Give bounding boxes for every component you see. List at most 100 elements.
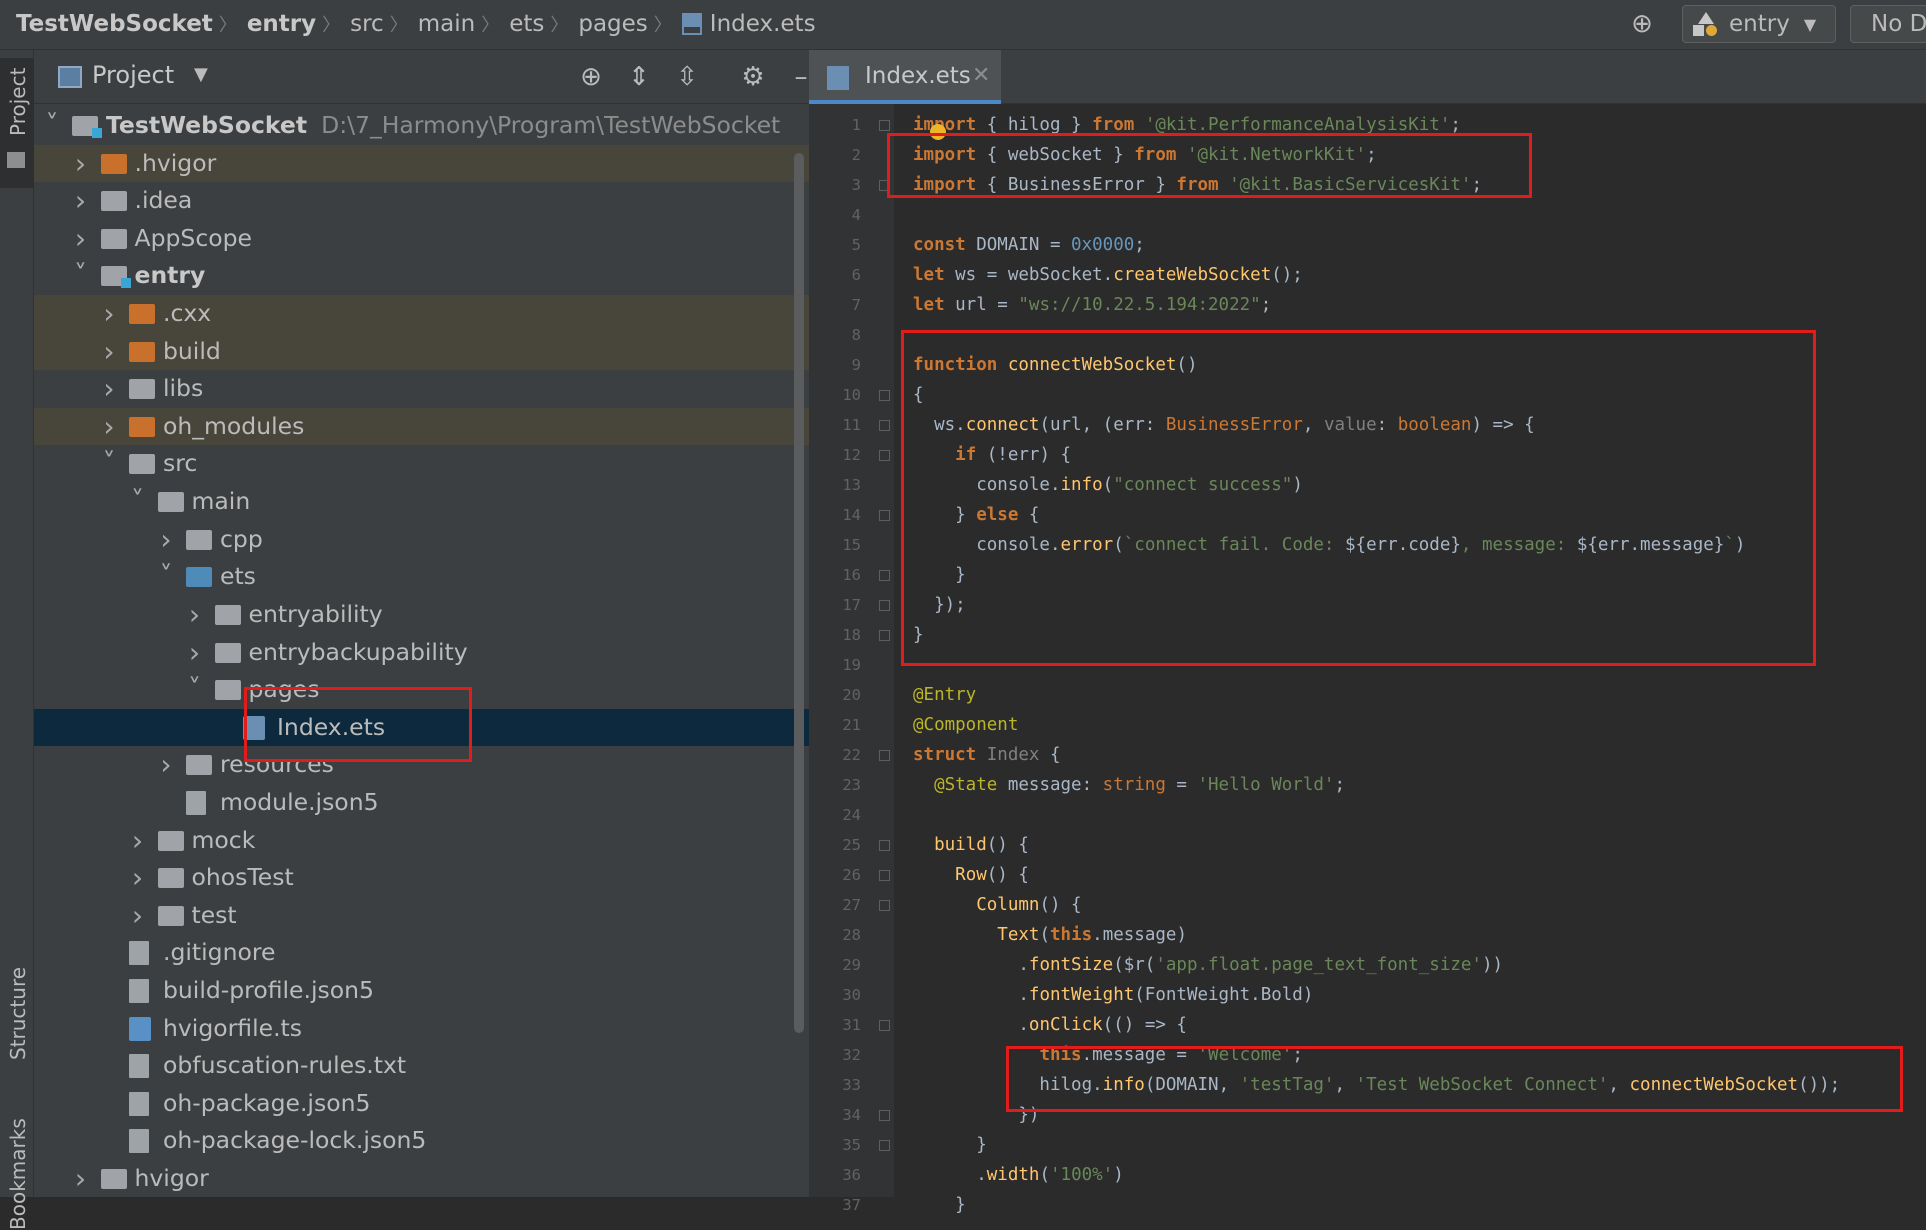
tree-item[interactable]: › oh_modules — [34, 407, 809, 446]
tree-item[interactable]: › test — [34, 897, 809, 935]
code-area[interactable]: import { hilog } from '@kit.PerformanceA… — [913, 104, 1926, 1215]
code-token: url = — [944, 295, 1019, 315]
tree-item[interactable]: oh-package-lock.json5 — [34, 1122, 809, 1160]
fold-marker-icon[interactable] — [879, 1110, 890, 1121]
fold-marker-icon[interactable] — [879, 510, 890, 521]
fold-marker-icon[interactable] — [879, 570, 890, 581]
chevron-down-icon[interactable]: ˅ — [128, 483, 148, 520]
tree-item[interactable]: › cpp — [34, 521, 809, 559]
breadcrumb-item[interactable]: ets — [509, 11, 544, 37]
tree-item[interactable]: hvigorfile.ts — [34, 1010, 809, 1048]
close-icon[interactable]: ✕ — [972, 63, 990, 88]
chevron-down-icon[interactable]: ˅ — [71, 257, 91, 294]
module-folder-icon — [72, 116, 102, 138]
tree-item[interactable]: Index.ets — [34, 708, 809, 747]
breadcrumb-item[interactable]: TestWebSocket — [16, 11, 213, 37]
tree-item[interactable]: › libs — [34, 370, 809, 408]
fold-marker-icon[interactable] — [879, 180, 890, 191]
breadcrumb-item[interactable]: pages — [578, 11, 647, 37]
fold-marker-icon[interactable] — [879, 120, 890, 131]
chevron-right-icon[interactable]: › — [71, 182, 91, 219]
lightbulb-icon[interactable] — [930, 124, 946, 140]
line-number-gutter: 1 2 3 4 5 6 7 8 9 10 11 12 13 14 15 16 17 18 19 20 21 22 23 24 2… — [809, 104, 894, 1214]
chevron-right-icon[interactable]: › — [71, 145, 91, 182]
tree-item[interactable]: oh-package.json5 — [34, 1085, 809, 1123]
tree-item[interactable]: ˅ main — [34, 483, 809, 521]
tree-item[interactable]: › entrybackupability — [34, 634, 809, 672]
tree-item[interactable]: › resources — [34, 746, 809, 784]
chevron-right-icon[interactable]: › — [99, 333, 119, 370]
fold-marker-icon[interactable] — [879, 870, 890, 881]
fold-marker-icon[interactable] — [879, 420, 890, 431]
fold-marker-icon[interactable] — [879, 1140, 890, 1151]
chevron-right-icon[interactable]: › — [156, 746, 176, 783]
tree-item[interactable]: › mock — [34, 822, 809, 860]
code-token: string — [1102, 775, 1166, 795]
chevron-down-icon[interactable]: ˅ — [185, 671, 205, 708]
locate-target-icon[interactable]: ⊕ — [1628, 10, 1656, 38]
fold-marker-icon[interactable] — [879, 750, 890, 761]
chevron-down-icon[interactable]: ˅ — [99, 445, 119, 482]
breadcrumb-item[interactable]: main — [418, 11, 475, 37]
chevron-right-icon[interactable]: › — [185, 634, 205, 671]
chevron-down-icon[interactable]: ▼ — [194, 64, 208, 85]
tree-item[interactable]: ˅ src — [34, 445, 809, 483]
tree-item-label: libs — [163, 374, 204, 403]
fold-marker-icon[interactable] — [879, 630, 890, 641]
code-token: from — [1176, 175, 1219, 195]
tree-item[interactable]: › hvigor — [34, 1160, 809, 1198]
chevron-right-icon[interactable]: › — [156, 521, 176, 558]
chevron-right-icon[interactable]: › — [128, 822, 148, 859]
expand-all-icon[interactable]: ⇕ — [622, 60, 656, 94]
tree-item[interactable]: › ohosTest — [34, 859, 809, 897]
tree-item[interactable]: › .cxx — [34, 295, 809, 333]
line-number: 37 — [842, 1196, 861, 1214]
code-token: : — [1376, 415, 1398, 435]
tree-item[interactable]: module.json5 — [34, 784, 809, 822]
run-configuration-selector[interactable]: entry ▼ — [1682, 5, 1836, 43]
fold-marker-icon[interactable] — [879, 450, 890, 461]
chevron-down-icon[interactable]: ˅ — [156, 558, 176, 595]
chevron-right-icon[interactable]: › — [185, 596, 205, 633]
tool-tab-structure[interactable]: Structure — [0, 910, 34, 1080]
chevron-right-icon[interactable]: › — [128, 897, 148, 934]
fold-marker-icon[interactable] — [879, 600, 890, 611]
folder-icon — [7, 152, 25, 168]
breadcrumb-item[interactable]: entry — [247, 11, 316, 37]
device-selector[interactable]: No D — [1850, 5, 1926, 43]
tree-item[interactable]: obfuscation-rules.txt — [34, 1047, 809, 1085]
breadcrumb-item[interactable]: src — [350, 11, 384, 37]
chevron-down-icon[interactable]: ˅ — [42, 107, 62, 144]
tab-index-ets[interactable]: Index.ets ✕ — [809, 50, 1001, 104]
project-scrollbar[interactable] — [794, 153, 804, 1033]
tree-item[interactable]: › AppScope — [34, 220, 809, 258]
gear-icon[interactable]: ⚙ — [736, 60, 770, 94]
fold-marker-icon[interactable] — [879, 900, 890, 911]
fold-marker-icon[interactable] — [879, 390, 890, 401]
tree-item[interactable]: build-profile.json5 — [34, 972, 809, 1010]
chevron-right-icon[interactable]: › — [71, 220, 91, 257]
select-opened-file-icon[interactable]: ⊕ — [574, 60, 608, 94]
tree-item[interactable]: › .idea — [34, 182, 809, 220]
tree-item[interactable]: ˅ TestWebSocket D:\7_Harmony\Program\TestW… — [34, 107, 809, 145]
breadcrumb-item[interactable]: Index.ets — [710, 11, 816, 37]
collapse-all-icon[interactable]: ⇳ — [670, 60, 704, 94]
fold-marker-icon[interactable] — [879, 840, 890, 851]
chevron-right-icon[interactable]: › — [128, 859, 148, 896]
tree-item-label: build-profile.json5 — [163, 975, 374, 1004]
chevron-right-icon[interactable]: › — [99, 370, 119, 407]
chevron-right-icon[interactable]: › — [71, 1160, 91, 1197]
tree-item[interactable]: ˅ ets — [34, 558, 809, 596]
code-line: ws.connect(url, (err: BusinessError, val… — [913, 410, 1535, 440]
tree-item[interactable]: .gitignore — [34, 934, 809, 972]
tree-item[interactable]: › build — [34, 332, 809, 371]
tree-item[interactable]: ˅ pages — [34, 671, 809, 709]
tool-tab-project[interactable]: Project — [0, 58, 34, 188]
fold-marker-icon[interactable] — [879, 1020, 890, 1031]
tree-item[interactable]: ˅ entry — [34, 257, 809, 295]
tree-item[interactable]: › entryability — [34, 596, 809, 634]
tree-item[interactable]: › .hvigor — [34, 144, 809, 183]
tool-tab-bookmarks[interactable]: Bookmarks — [0, 1080, 34, 1230]
chevron-right-icon[interactable]: › — [99, 295, 119, 332]
chevron-right-icon[interactable]: › — [99, 408, 119, 445]
